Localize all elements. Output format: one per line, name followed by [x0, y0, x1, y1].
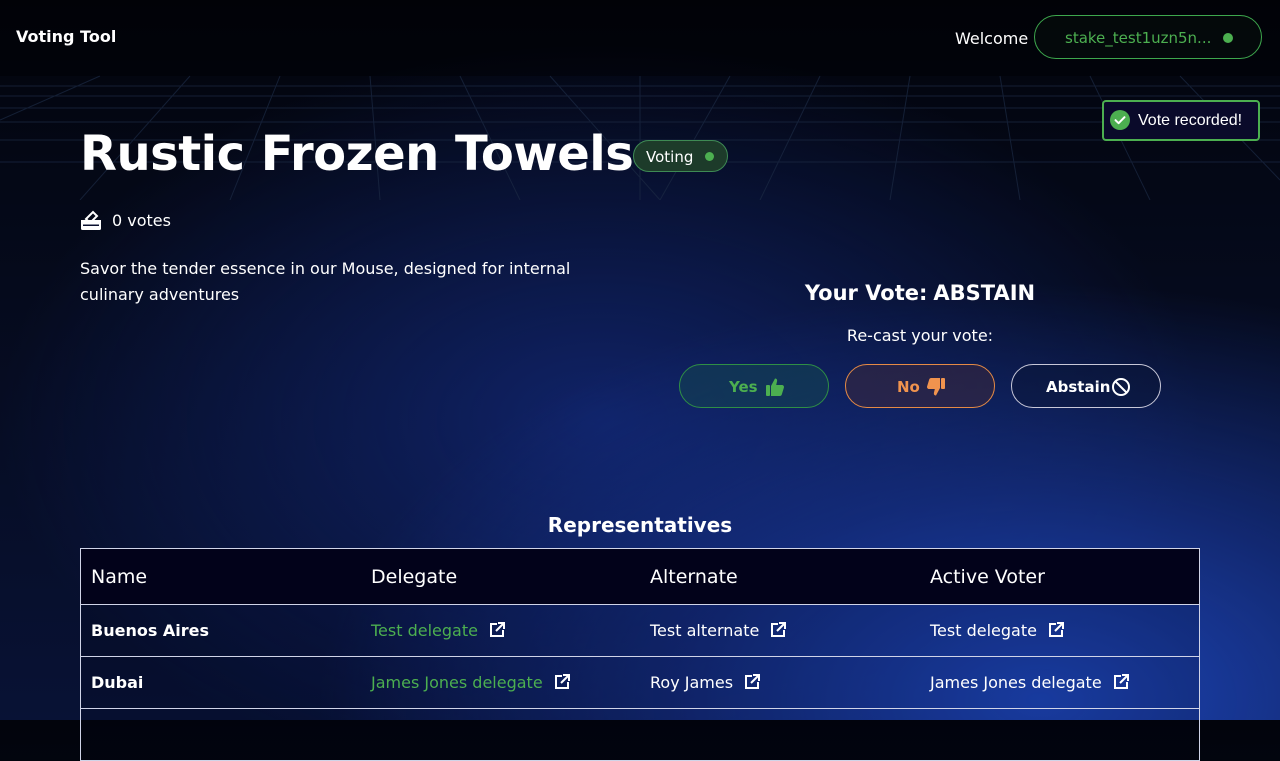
external-link-icon[interactable]: [769, 621, 787, 639]
table-cell: [920, 708, 1200, 761]
table-header-row: Name Delegate Alternate Active Voter: [80, 548, 1200, 605]
thumbs-down-icon: [927, 378, 945, 396]
table-row: Dubai James Jones delegate Roy James Jam…: [80, 656, 1200, 709]
toast-message: Vote recorded!: [1138, 112, 1243, 129]
vote-recorded-toast[interactable]: Vote recorded!: [1102, 100, 1260, 141]
vote-abstain-button[interactable]: Abstain: [1011, 364, 1161, 408]
delegate-name: Test delegate: [371, 621, 478, 640]
status-dot: [705, 152, 714, 161]
external-link-icon[interactable]: [553, 673, 571, 691]
external-link-icon[interactable]: [743, 673, 761, 691]
yes-label: Yes: [729, 378, 758, 396]
table-cell: [640, 708, 920, 761]
active-voter-link[interactable]: James Jones delegate: [920, 656, 1200, 709]
proposal-title: Rustic Frozen Towels: [80, 126, 634, 182]
delegate-link[interactable]: Test delegate: [361, 604, 640, 657]
representatives-title: Representatives: [547, 513, 733, 537]
active-voter-link[interactable]: Test delegate: [920, 604, 1200, 657]
vote-no-button[interactable]: No: [845, 364, 995, 408]
wallet-button[interactable]: stake_test1uzn5n...: [1034, 15, 1262, 59]
app-brand[interactable]: Voting Tool: [16, 27, 116, 46]
alternate-name: Roy James: [650, 673, 734, 692]
rep-name: Buenos Aires: [80, 604, 361, 657]
alternate-name: Test alternate: [650, 621, 760, 640]
table-row: [80, 708, 1200, 761]
table-cell: [80, 708, 361, 761]
representatives-table: Name Delegate Alternate Active Voter Bue…: [80, 548, 1200, 761]
alternate-link[interactable]: Roy James: [640, 656, 920, 709]
your-vote-value: ABSTAIN: [933, 281, 1036, 305]
wallet-address: stake_test1uzn5n...: [1065, 29, 1212, 47]
your-vote: Your Vote: ABSTAIN: [680, 281, 1160, 305]
alternate-link[interactable]: Test alternate: [640, 604, 920, 657]
table-row: Buenos Aires Test delegate Test alternat…: [80, 604, 1200, 657]
external-link-icon[interactable]: [1047, 621, 1065, 639]
status-label: Voting: [646, 148, 694, 166]
column-header: Delegate: [361, 548, 640, 605]
wallet-connected-dot: [1223, 33, 1233, 43]
ballot-box-icon: [81, 210, 101, 230]
no-label: No: [897, 378, 920, 396]
welcome-text: Welcome: [955, 29, 1029, 48]
check-circle-icon: [1110, 110, 1130, 130]
your-vote-label: Your Vote:: [804, 281, 928, 305]
vote-yes-button[interactable]: Yes: [679, 364, 829, 408]
column-header: Name: [80, 548, 361, 605]
external-link-icon[interactable]: [1112, 673, 1130, 691]
delegate-link[interactable]: James Jones delegate: [361, 656, 640, 709]
status-badge: Voting: [633, 140, 728, 172]
column-header: Active Voter: [920, 548, 1200, 605]
proposal-description: Savor the tender essence in our Mouse, d…: [80, 259, 571, 304]
table-cell: [361, 708, 640, 761]
top-bar: Voting Tool Welcome stake_test1uzn5n...: [0, 0, 1280, 76]
recast-label: Re-cast your vote:: [846, 326, 994, 345]
active-voter-name: Test delegate: [930, 621, 1037, 640]
active-voter-name: James Jones delegate: [930, 673, 1102, 692]
thumbs-up-icon: [766, 378, 784, 396]
prohibited-icon: [1112, 378, 1130, 396]
abstain-label: Abstain: [1046, 378, 1111, 396]
column-header: Alternate: [640, 548, 920, 605]
delegate-name: James Jones delegate: [371, 673, 543, 692]
external-link-icon[interactable]: [488, 621, 506, 639]
rep-name: Dubai: [80, 656, 361, 709]
votes-text: 0 votes: [112, 211, 171, 230]
